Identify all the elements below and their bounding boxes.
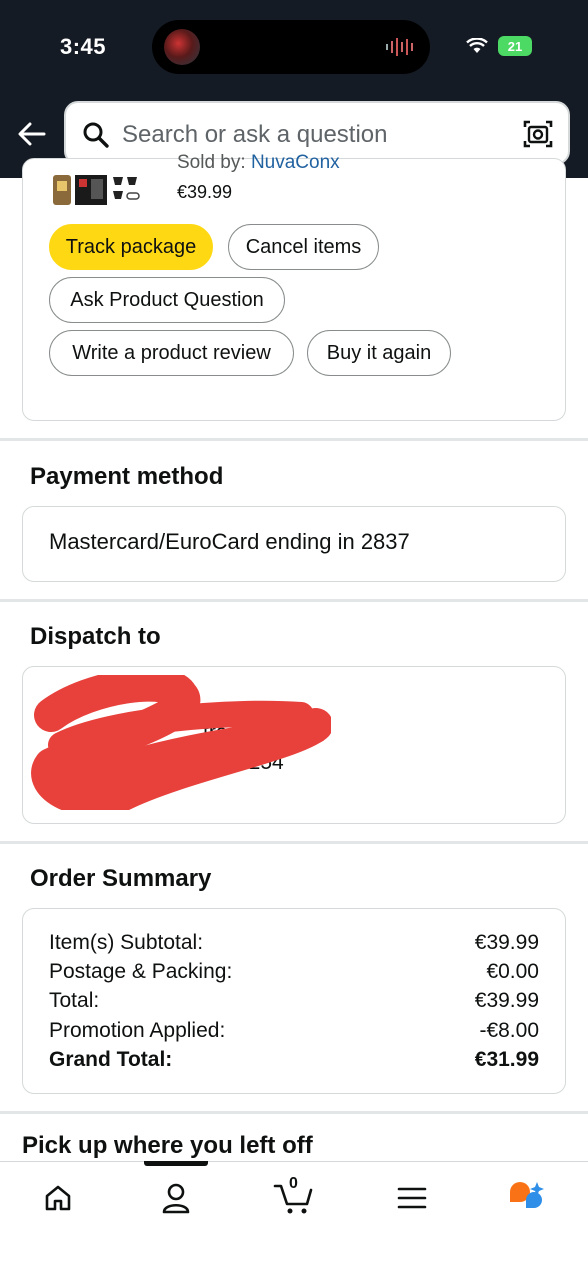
- wifi-icon: [466, 38, 488, 53]
- summary-row-promotion: Promotion Applied: -€8.00: [49, 1019, 539, 1043]
- summary-value: €0.00: [486, 960, 539, 983]
- section-divider: [0, 841, 588, 844]
- payment-method-card: Mastercard/EuroCard ending in 2837: [22, 506, 566, 582]
- write-review-button[interactable]: Write a product review: [49, 330, 294, 376]
- ask-product-question-button[interactable]: Ask Product Question: [49, 277, 285, 323]
- summary-value: €39.99: [474, 989, 539, 1012]
- section-divider: [0, 1111, 588, 1114]
- summary-row-grand-total: Grand Total: €31.99: [49, 1048, 539, 1072]
- camera-search-icon[interactable]: [522, 118, 554, 150]
- summary-row-subtotal: Item(s) Subtotal: €39.99: [49, 931, 539, 955]
- dispatch-address-card: tra 5254 Ger: [22, 666, 566, 824]
- buy-again-button[interactable]: Buy it again: [307, 330, 451, 376]
- payment-method-title: Payment method: [30, 463, 224, 490]
- dispatch-title: Dispatch to: [30, 623, 161, 650]
- track-package-button[interactable]: Track package: [49, 224, 213, 270]
- product-thumbnail[interactable]: [51, 175, 151, 209]
- summary-value: €39.99: [474, 931, 539, 954]
- section-divider: [0, 438, 588, 441]
- section-divider: [0, 599, 588, 602]
- summary-label: Total:: [49, 989, 100, 1012]
- summary-row-total: Total: €39.99: [49, 989, 539, 1013]
- assistant-icon: [510, 1182, 544, 1208]
- nav-home[interactable]: [34, 1178, 82, 1218]
- summary-value: -€8.00: [479, 1019, 539, 1042]
- audio-wave-icon: [386, 38, 413, 56]
- nav-cart[interactable]: 0: [270, 1175, 318, 1218]
- battery-indicator: 21: [498, 36, 532, 56]
- summary-label: Grand Total:: [49, 1048, 173, 1071]
- nav-assistant[interactable]: [502, 1178, 550, 1218]
- summary-label: Promotion Applied:: [49, 1019, 226, 1042]
- nav-account[interactable]: [152, 1178, 200, 1218]
- summary-row-postage: Postage & Packing: €0.00: [49, 960, 539, 984]
- status-icons: 21: [466, 36, 532, 56]
- status-time: 3:45: [60, 34, 107, 59]
- seller-link[interactable]: NuvaConx: [251, 152, 340, 173]
- dynamic-island: [152, 20, 430, 74]
- pickup-section-title: Pick up where you left off: [22, 1132, 313, 1159]
- battery-level: 21: [507, 38, 523, 54]
- back-arrow-icon[interactable]: [16, 118, 48, 150]
- item-price: €39.99: [177, 182, 233, 202]
- search-input[interactable]: Search or ask a question: [122, 121, 388, 149]
- summary-label: Item(s) Subtotal:: [49, 931, 204, 954]
- nav-menu[interactable]: [388, 1178, 436, 1218]
- order-summary-card: Item(s) Subtotal: €39.99 Postage & Packi…: [22, 908, 566, 1094]
- menu-icon: [397, 1187, 427, 1209]
- search-icon: [83, 122, 109, 148]
- sold-by-label: Sold by:: [177, 152, 246, 173]
- order-item-card: Sold by: NuvaConx €39.99 Track package C…: [22, 152, 566, 421]
- sold-by-line: Sold by: NuvaConx: [177, 152, 340, 174]
- bottom-navigation: 0: [0, 1161, 588, 1281]
- now-playing-artwork: [164, 29, 200, 65]
- cart-count-badge: 0: [289, 1175, 298, 1192]
- order-summary-title: Order Summary: [30, 865, 212, 892]
- home-icon: [45, 1185, 71, 1211]
- summary-value: €31.99: [474, 1048, 539, 1071]
- summary-label: Postage & Packing:: [49, 960, 233, 983]
- payment-method-value: Mastercard/EuroCard ending in 2837: [49, 529, 410, 554]
- cancel-items-button[interactable]: Cancel items: [228, 224, 379, 270]
- account-icon: [162, 1183, 190, 1214]
- address-redaction: [31, 675, 331, 810]
- active-tab-indicator: [144, 1161, 208, 1166]
